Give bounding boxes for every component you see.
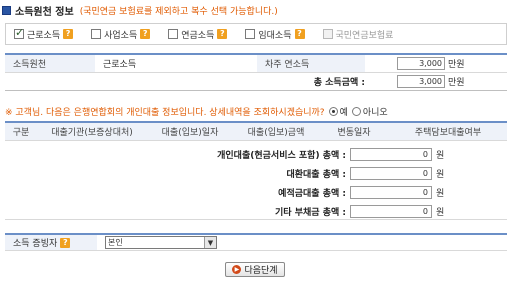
help-icon[interactable]: ? [217, 29, 228, 39]
column-header: 대출(입보)금액 [247, 128, 305, 138]
annual-income-unit: 만원 [448, 60, 465, 70]
income-source-checkbox-bar: 근로소득 ? 사업소득 ? 연금소득 ? 임대소득 ? 국민연금보험료 [5, 23, 507, 45]
radio-no-label: 아니오 [362, 107, 388, 118]
radio-no[interactable] [351, 106, 361, 116]
total-income-unit: 만원 [448, 78, 465, 88]
annual-income-input[interactable]: 3,000 [397, 57, 445, 70]
help-icon[interactable]: ? [63, 29, 74, 39]
total-input: 0 [350, 204, 432, 218]
section-title: 소득원천 정보 [15, 6, 74, 18]
checkbox-business-income-box[interactable] [91, 29, 102, 39]
income-proof-header: 소득 증빙자 ? [5, 235, 97, 250]
total-label: 대환대출 총액 : [286, 169, 346, 180]
checkbox-national-pension-label: 국민연금보험료 [335, 30, 394, 41]
income-row: 소득원천 근로소득 차주 연소득 3,000 만원 [5, 55, 507, 73]
income-proof-select[interactable]: 본인 ▼ [105, 236, 217, 249]
total-row: 대환대출 총액 : 0 원 [5, 166, 507, 180]
total-row: 예적금대출 총액 : 0 원 [5, 185, 507, 199]
column-header: 대출(입보)일자 [161, 128, 219, 138]
total-label: 기타 부채금 총액 : [275, 207, 346, 218]
total-input: 0 [350, 147, 432, 161]
arrow-right-icon: ▶ [232, 265, 242, 274]
section-note: (국민연금 보험료를 제외하고 복수 선택 가능합니다.) [79, 6, 278, 17]
chevron-down-icon[interactable]: ▼ [204, 237, 216, 248]
help-icon[interactable]: ? [60, 237, 71, 248]
annual-income-cell: 3,000 만원 [365, 55, 507, 72]
checkbox-rental-income-box[interactable] [245, 29, 256, 39]
column-header: 주택담보대출여부 [414, 128, 482, 138]
loan-table: 구분 대출기관(보증상대처) 대출(입보)일자 대출(입보)금액 변동일자 주택… [5, 121, 507, 220]
loan-info-notice: ※ 고객님. 다음은 은행연합회의 개인대출 정보입니다. 상세내역을 조회하시… [5, 105, 388, 118]
total-income-label: 총 소득금액 : [313, 78, 365, 88]
total-income-row: 총 소득금액 : 3,000 만원 [5, 73, 507, 91]
income-proof-selected: 본인 [108, 238, 123, 247]
total-label: 예적금대출 총액 : [278, 188, 346, 199]
checkbox-rental-income-label: 임대소득 [258, 30, 292, 41]
income-table: 소득원천 근로소득 차주 연소득 3,000 만원 총 소득금액 : 3,000… [5, 53, 507, 91]
income-proof-row: 소득 증빙자 ? 본인 ▼ [5, 233, 507, 251]
column-header: 변동일자 [337, 128, 371, 138]
checkbox-earned-income-box[interactable] [14, 26, 24, 39]
checkbox-pension-income-label: 연금소득 [181, 30, 215, 41]
checkbox-pension-income-box[interactable] [168, 29, 179, 39]
annual-income-header: 차주 연소득 [257, 55, 365, 72]
checkbox-earned-income-label: 근로소득 [27, 30, 61, 41]
help-icon[interactable]: ? [140, 29, 151, 39]
radio-yes[interactable] [328, 106, 338, 116]
total-income-input: 3,000 [397, 75, 445, 88]
checkbox-earned-income[interactable]: 근로소득 ? [14, 26, 74, 41]
income-source-header: 소득원천 [5, 55, 95, 72]
checkbox-rental-income[interactable]: 임대소득 ? [245, 28, 305, 41]
income-source-value: 근로소득 [103, 60, 137, 70]
radio-yes-label: 예 [339, 107, 348, 118]
total-input: 0 [350, 185, 432, 199]
help-icon[interactable]: ? [294, 29, 305, 39]
checkbox-business-income-label: 사업소득 [104, 30, 138, 41]
section-header: 소득원천 정보 (국민연금 보험료를 제외하고 복수 선택 가능합니다.) [2, 3, 278, 18]
checkbox-national-pension: 국민연금보험료 [322, 28, 394, 41]
total-label: 개인대출(현금서비스 포함) 총액 : [217, 150, 346, 161]
loan-totals: 개인대출(현금서비스 포함) 총액 : 0 원 대환대출 총액 : 0 원 예적… [5, 141, 507, 220]
loan-table-header: 구분 대출기관(보증상대처) 대출(입보)일자 대출(입보)금액 변동일자 주택… [5, 123, 507, 141]
total-unit: 원 [436, 169, 445, 180]
column-header: 구분 [12, 128, 30, 138]
notice-text: ※ 고객님. 다음은 은행연합회의 개인대출 정보입니다. 상세내역을 조회하시… [5, 107, 325, 118]
section-bullet-icon [2, 5, 11, 15]
checkbox-business-income[interactable]: 사업소득 ? [91, 28, 151, 41]
total-input: 0 [350, 166, 432, 180]
total-row: 기타 부채금 총액 : 0 원 [5, 204, 507, 218]
total-unit: 원 [436, 150, 445, 161]
total-row: 개인대출(현금서비스 포함) 총액 : 0 원 [5, 147, 507, 161]
checkbox-pension-income[interactable]: 연금소득 ? [168, 28, 228, 41]
income-proof-label: 소득 증빙자 [13, 239, 58, 249]
next-step-button[interactable]: ▶ 다음단계 [225, 262, 285, 277]
checkbox-national-pension-box [322, 29, 333, 39]
next-step-label: 다음단계 [244, 266, 278, 276]
total-unit: 원 [436, 207, 445, 218]
column-header: 대출기관(보증상대처) [51, 128, 133, 138]
total-income-cell: 3,000 만원 [365, 73, 507, 90]
total-unit: 원 [436, 188, 445, 199]
